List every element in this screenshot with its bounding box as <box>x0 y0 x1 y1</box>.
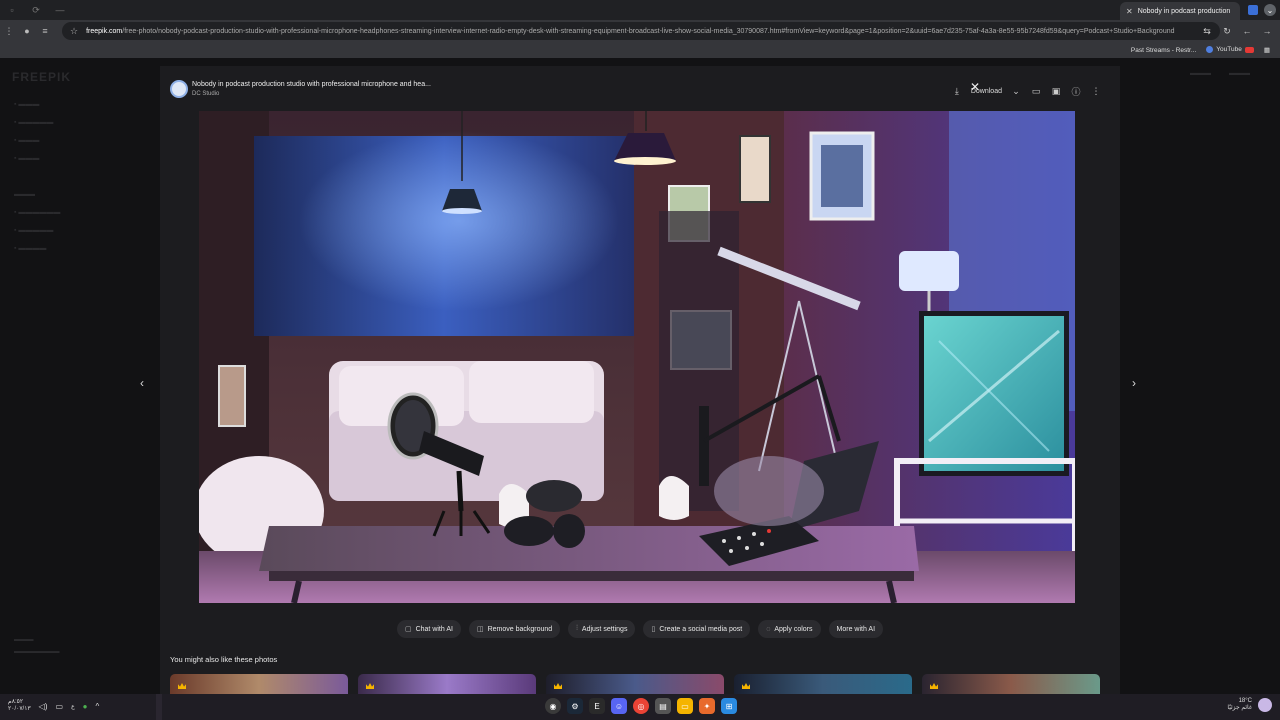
edit-image-icon[interactable]: ▣ <box>1050 85 1062 97</box>
background-footer: ▬▬▬ ▬▬▬▬▬▬▬ <box>14 636 60 655</box>
social-media-post-button[interactable]: ▯ Create a social media post <box>643 620 751 638</box>
browser-tab-strip: ▫ ⟳ — ✕ Nobody in podcast production ⌄ <box>0 0 1280 20</box>
url-path: /free-photo/nobody-podcast-production-st… <box>122 27 1175 35</box>
obs-icon[interactable]: ◉ <box>545 698 561 714</box>
related-photo[interactable] <box>170 674 348 694</box>
extension-icon[interactable] <box>1248 5 1258 15</box>
related-photo[interactable] <box>546 674 724 694</box>
chrome-icon <box>1206 46 1214 54</box>
youtube-icon <box>1244 46 1254 53</box>
reading-list-icon[interactable]: ≡ <box>36 20 54 42</box>
remove-bg-icon: ◫ <box>476 626 484 633</box>
modal-header: Nobody in podcast production studio with… <box>170 80 431 98</box>
adjust-settings-button[interactable]: ⫶ Adjust settings <box>568 620 636 638</box>
back-icon[interactable]: ← <box>1240 22 1254 40</box>
windows-taskbar: ٨:٥٢م ٢٠/٠٧/١٣ ◁) ▭ ع ● ^ ◉ ⚙ E ☺ ◎ ▤ ▭ … <box>0 694 1280 720</box>
tune-icon[interactable]: ⇆ <box>1200 22 1214 40</box>
url-input[interactable]: ☆ freepik.com /free-photo/nobody-podcast… <box>62 22 1220 40</box>
podcast-studio-photo <box>199 111 1075 603</box>
remove-background-button[interactable]: ◫ Remove background <box>468 620 561 638</box>
display-icon[interactable]: ▭ <box>56 702 64 711</box>
chevron-down-icon[interactable]: ⌄ <box>1010 85 1022 97</box>
language-indicator[interactable]: ع <box>71 703 75 710</box>
photo-preview[interactable] <box>199 111 1075 603</box>
premium-crown-icon <box>178 683 186 689</box>
bookmark-past-streams[interactable]: Past Streams - Restr... <box>1131 47 1196 54</box>
taskbar-apps: ◉ ⚙ E ☺ ◎ ▤ ▭ ✦ ⊞ <box>545 698 737 714</box>
volume-icon[interactable]: ◁) <box>39 702 48 711</box>
chat-with-ai-button[interactable]: ▢ Chat with AI <box>396 620 461 638</box>
background-header: ▬▬▬ ▬▬▬ <box>1190 70 1250 77</box>
premium-crown-icon <box>366 683 374 689</box>
tray-chevron-icon[interactable]: ^ <box>96 702 100 711</box>
discord-icon[interactable]: ☺ <box>611 698 627 714</box>
related-photo[interactable] <box>358 674 536 694</box>
freepik-logo: FREEPIK <box>12 70 72 84</box>
tab-list-icon[interactable]: ⌄ <box>1264 4 1276 16</box>
chrome-icon[interactable]: ◎ <box>633 698 649 714</box>
menu-dots-icon[interactable]: ⋮ <box>0 20 18 42</box>
sliders-icon: ⫶ <box>576 625 578 632</box>
phone-icon: ▯ <box>651 626 656 633</box>
taskbar-divider <box>156 694 162 720</box>
bookmarks-bar: Past Streams - Restr... YouTube ▦ <box>0 42 1280 58</box>
premium-crown-icon <box>742 683 750 689</box>
freepik-page: FREEPIK ▪ ▬▬▬ ▪ ▬▬▬▬▬ ▪ ▬▬▬ ▪ ▬▬▬ ▬▬▬ ▪ ▬▬▬▬▬… <box>0 58 1280 694</box>
photo-title: Nobody in podcast production studio with… <box>192 81 431 88</box>
next-photo-icon[interactable]: › <box>1132 376 1136 390</box>
more-options-icon[interactable]: ⋮ <box>1090 85 1102 97</box>
calculator-icon[interactable]: ▤ <box>655 698 671 714</box>
bookmarks-grid-icon[interactable]: ▦ <box>1264 46 1270 54</box>
palette-icon: ◌ <box>766 625 771 633</box>
epic-games-icon[interactable]: E <box>589 698 605 714</box>
premium-crown-icon <box>554 683 562 689</box>
window-menu-icon[interactable]: ▫ <box>0 0 24 20</box>
reload-icon[interactable]: ↻ <box>1220 22 1234 40</box>
steam-icon[interactable]: ⚙ <box>567 698 583 714</box>
related-photo[interactable] <box>922 674 1100 694</box>
folder-icon[interactable]: ▭ <box>1030 85 1042 97</box>
profile-icon[interactable]: ● <box>18 20 36 42</box>
chat-icon: ▢ <box>404 626 412 633</box>
tab-search-icon[interactable]: ⟳ <box>24 0 48 20</box>
related-photo[interactable] <box>734 674 912 694</box>
clock[interactable]: ٨:٥٢م ٢٠/٠٧/١٣ <box>8 699 31 713</box>
author-name[interactable]: DC Studio <box>192 91 431 97</box>
premium-crown-icon <box>930 683 938 689</box>
tab-close-icon[interactable]: ✕ <box>1126 7 1133 16</box>
previous-photo-icon[interactable]: ‹ <box>140 376 144 390</box>
related-photos <box>170 674 1100 694</box>
bookmark-star-icon[interactable]: ☆ <box>70 26 78 37</box>
url-host: freepik.com <box>86 27 123 35</box>
photoshop-icon[interactable]: ✦ <box>699 698 715 714</box>
weather-icon <box>1258 698 1272 712</box>
minimize-icon[interactable]: — <box>48 0 72 20</box>
forward-icon[interactable]: → <box>1260 22 1274 40</box>
ai-tools-bar: ▢ Chat with AI ◫ Remove background ⫶ Adjust… <box>160 620 1120 638</box>
start-menu-icon[interactable]: ⊞ <box>721 698 737 714</box>
more-with-ai-button[interactable]: More with AI <box>828 620 884 638</box>
info-icon[interactable]: ⓘ <box>1070 85 1082 97</box>
weather-widget[interactable]: 18°C غائم جزئيًا <box>1227 698 1252 712</box>
tab-title: Nobody in podcast production <box>1137 7 1231 15</box>
bookmark-youtube[interactable]: YouTube <box>1206 46 1254 54</box>
related-heading: You might also like these photos <box>170 655 278 664</box>
download-icon: ⤓ <box>954 85 959 96</box>
address-bar-row: ⋮ ● ≡ ☆ freepik.com /free-photo/nobody-p… <box>0 20 1280 42</box>
microphone-icon[interactable]: ● <box>83 702 88 711</box>
photo-detail-modal: Nobody in podcast production studio with… <box>160 66 1120 694</box>
background-sidebar: ▪ ▬▬▬ ▪ ▬▬▬▬▬ ▪ ▬▬▬ ▪ ▬▬▬ ▬▬▬ ▪ ▬▬▬▬▬▬ ▪ ▬▬▬▬▬… <box>14 101 61 252</box>
browser-tab-active[interactable]: ✕ Nobody in podcast production <box>1120 2 1240 20</box>
apply-colors-button[interactable]: ◌ Apply colors <box>758 620 821 638</box>
file-explorer-icon[interactable]: ▭ <box>677 698 693 714</box>
author-avatar[interactable] <box>170 80 188 98</box>
close-modal-icon[interactable]: ✕ <box>970 80 980 94</box>
